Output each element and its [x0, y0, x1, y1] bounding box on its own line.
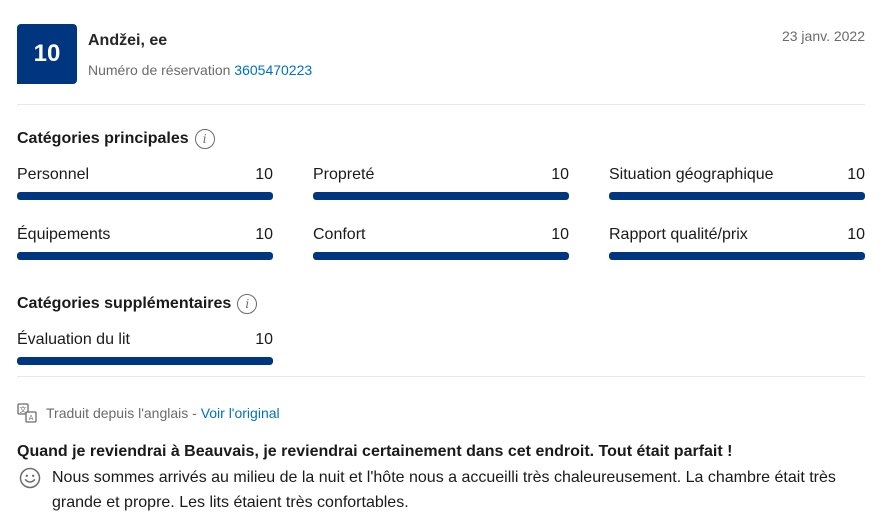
- category-equipements: Équipements 10: [17, 226, 273, 266]
- category-situation: Situation géographique 10: [609, 166, 865, 206]
- category-bar-fill: [17, 192, 273, 200]
- info-icon[interactable]: i: [194, 129, 215, 149]
- category-score: 10: [255, 166, 273, 183]
- category-score: 10: [551, 226, 569, 243]
- category-label: Évaluation du lit: [17, 331, 130, 348]
- category-bar: [313, 252, 569, 260]
- booking-number[interactable]: 3605470223: [234, 62, 312, 78]
- category-bar-fill: [17, 252, 273, 260]
- category-proprete: Propreté 10: [313, 166, 569, 206]
- category-label: Personnel: [17, 166, 90, 183]
- category-bar-fill: [313, 192, 569, 200]
- category-label: Rapport qualité/prix: [609, 226, 748, 243]
- category-bar: [17, 192, 273, 200]
- svg-text:A: A: [29, 414, 34, 422]
- category-score: 10: [255, 331, 273, 348]
- category-score: 10: [255, 226, 273, 243]
- category-bar: [609, 192, 865, 200]
- booking-info: Numéro de réservation 3605470223: [88, 62, 312, 78]
- booking-label: Numéro de réservation: [88, 62, 231, 78]
- divider: [17, 376, 865, 377]
- extra-categories-title: Catégories supplémentaires i: [17, 294, 258, 314]
- view-original-link[interactable]: Voir l'original: [201, 405, 280, 421]
- main-categories-title: Catégories principales i: [17, 129, 215, 149]
- category-bar: [313, 192, 569, 200]
- translation-notice: 文 A Traduit depuis l'anglais - Voir l'or…: [17, 403, 280, 423]
- translate-icon: 文 A: [17, 403, 37, 423]
- review-positive-text: Nous sommes arrivés au milieu de la nuit…: [52, 469, 836, 511]
- category-label: Situation géographique: [609, 166, 774, 183]
- category-bar: [609, 252, 865, 260]
- review-score-badge: 10: [17, 24, 77, 84]
- review-date: 23 janv. 2022: [781, 28, 865, 44]
- divider: [17, 104, 865, 105]
- category-bar-fill: [17, 357, 273, 365]
- category-evaluation-lit: Évaluation du lit 10: [17, 331, 273, 371]
- category-bar-fill: [609, 192, 865, 200]
- category-personnel: Personnel 10: [17, 166, 273, 206]
- review-header: 10 Andžei, ee Numéro de réservation 3605…: [17, 24, 865, 84]
- category-bar-fill: [609, 252, 865, 260]
- category-label: Équipements: [17, 226, 111, 243]
- translation-text: Traduit depuis l'anglais -: [46, 405, 197, 421]
- extra-categories-label: Catégories supplémentaires: [17, 295, 232, 312]
- category-score: 10: [847, 226, 865, 243]
- category-confort: Confort 10: [313, 226, 569, 266]
- category-bar: [17, 252, 273, 260]
- category-bar-fill: [313, 252, 569, 260]
- category-score: 10: [551, 166, 569, 183]
- category-score: 10: [847, 166, 865, 183]
- review-title: Quand je reviendrai à Beauvais, je revie…: [17, 443, 733, 460]
- info-icon[interactable]: i: [237, 294, 258, 314]
- category-bar: [17, 357, 273, 365]
- reviewer-name: Andžei, ee: [88, 32, 168, 49]
- category-label: Confort: [313, 226, 366, 243]
- smile-icon: [19, 467, 41, 489]
- category-rapport-qualite-prix: Rapport qualité/prix 10: [609, 226, 865, 266]
- main-categories-label: Catégories principales: [17, 130, 189, 147]
- category-label: Propreté: [313, 166, 375, 183]
